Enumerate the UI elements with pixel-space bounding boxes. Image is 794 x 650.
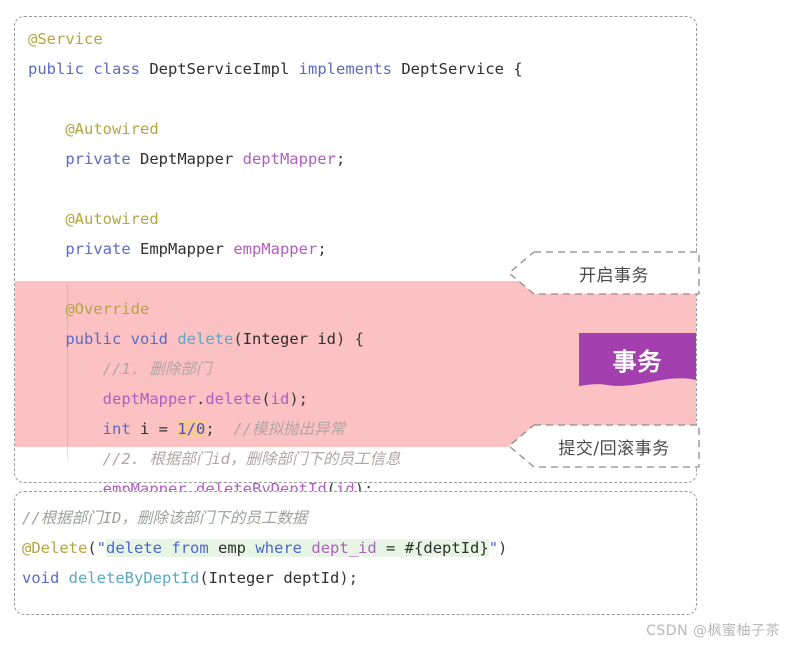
transaction-banner: 事务 [579,333,696,394]
code-token: @Override [65,300,150,318]
code-token: ( [233,330,243,348]
service_panel-line [28,174,523,204]
screenshot-root: @Service public class DeptServiceImpl imp… [0,0,794,650]
service_panel-line: //2. 根据部门id，删除部门下的员工信息 [28,444,523,474]
service_panel-line: @Autowired [28,114,523,144]
code-token: @Autowired [65,120,159,138]
callout-begin-transaction: 开启事务 [508,251,700,295]
service_panel-line [28,84,523,114]
code-token: ; [205,420,215,438]
code-token: from [171,539,209,557]
csdn-watermark: CSDN @枫蜜柚子茶 [646,623,780,639]
code-token: public [28,60,84,78]
code-token: 1/0 [177,420,206,438]
code-token: ) { [336,330,365,348]
transaction-banner-label: 事务 [612,347,663,376]
code-token: //根据部门ID，删除该部门下的员工数据 [22,509,308,527]
service_panel-line: int i = 1/0; //模拟抛出异常 [28,414,523,444]
service_panel-line: @Autowired [28,204,523,234]
code-token: @Service [28,30,103,48]
service_panel-line: private EmpMapper empMapper; [28,234,523,264]
code-token: //模拟抛出异常 [233,420,346,438]
code-token: delete [177,330,234,348]
code-token: ( [87,539,97,557]
mapper_panel-line: void deleteByDeptId(Integer deptId); [22,563,507,593]
mapper-code-block: //根据部门ID，删除该部门下的员工数据 @Delete("delete from… [22,503,507,593]
code-token: //1. 删除部门 [102,360,212,378]
code-token: private [65,240,131,258]
service_panel-line: @Service [28,24,523,54]
code-token: deptMapper [102,390,196,408]
service-code-block: @Service public class DeptServiceImpl imp… [28,24,523,534]
code-token: void [22,569,60,587]
service_panel-line: //1. 删除部门 [28,354,523,384]
code-token: ); [289,390,309,408]
code-token: ; [335,150,346,168]
code-token: int [102,420,131,438]
code-token: ) [498,539,508,557]
code-token: ; [317,240,327,258]
callout-begin-label: 开启事务 [579,265,649,286]
code-token: Integer id [242,330,337,348]
code-token: Integer deptId [208,569,340,587]
code-token [162,539,172,557]
service_panel-line: public void delete(Integer id) { [28,324,523,354]
code-token: dept_id [311,539,377,557]
code-token: i = [130,420,178,438]
code-token: delete [106,539,163,557]
code-token: ( [261,390,271,408]
service_panel-line: public class DeptServiceImpl implements … [28,54,523,84]
code-token: DeptService { [391,60,523,78]
code-token: where [255,539,303,557]
service_panel-line: deptMapper.delete(id); [28,384,523,414]
service_panel-line: @Override [28,294,523,324]
code-token: void [130,330,168,348]
code-token: ); [339,569,358,587]
code-token: " [488,539,499,557]
code-token: ( [199,569,209,587]
code-token: deleteByDeptId [68,569,200,587]
code-token: DeptMapper [130,150,243,168]
mapper_panel-line: @Delete("delete from emp where dept_id =… [22,533,507,563]
code-token: id [270,390,290,408]
code-token: empMapper [233,240,318,258]
callout-commit-label: 提交/回滚事务 [558,438,670,459]
callout-commit-rollback: 提交/回滚事务 [508,424,700,468]
service_panel-line [28,264,523,294]
code-token: implements [298,60,392,78]
code-token: public [65,330,122,348]
code-token: DeptServiceImpl [140,60,299,78]
code-token: = [376,539,405,557]
code-token: deptMapper [242,150,336,168]
code-token: @Autowired [65,210,159,228]
code-token: " [96,539,107,557]
code-token: @Delete [22,539,88,557]
code-token: emp [208,539,256,557]
code-token: . [195,390,206,408]
code-token: class [93,60,141,78]
code-token: delete [205,390,262,408]
code-token: #{deptId} [404,539,489,557]
code-token: private [65,150,131,168]
code-token [302,539,312,557]
mapper_panel-line: //根据部门ID，删除该部门下的员工数据 [22,503,507,533]
code-token: EmpMapper [130,240,234,258]
service_panel-line: private DeptMapper deptMapper; [28,144,523,174]
code-token: //2. 根据部门id，删除部门下的员工信息 [102,450,401,468]
